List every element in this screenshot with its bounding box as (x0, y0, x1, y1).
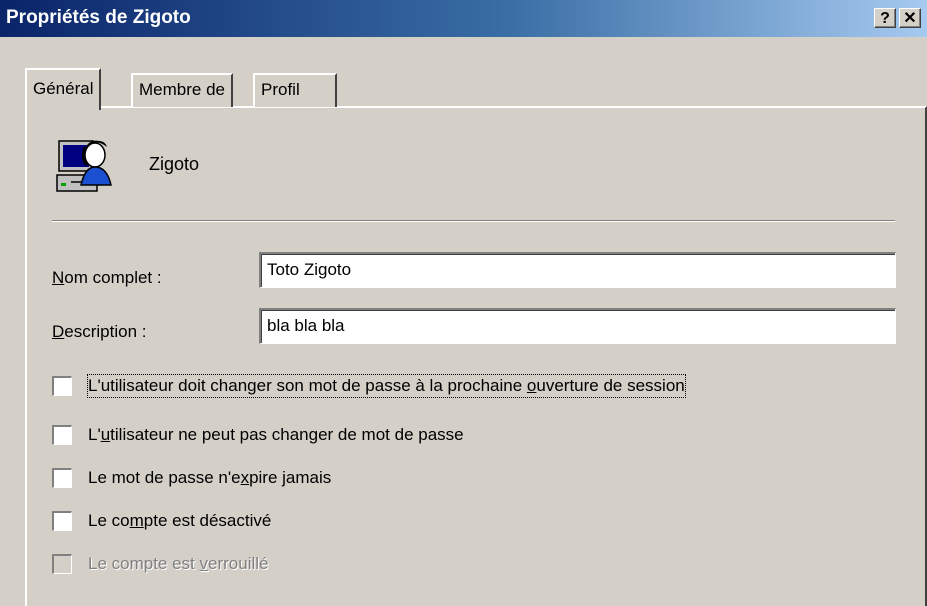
checkbox-label: L'utilisateur ne peut pas changer de mot… (88, 425, 464, 444)
title-bar[interactable]: Propriétés de Zigoto ? ✕ (0, 0, 927, 37)
close-button[interactable]: ✕ (899, 8, 921, 28)
checkbox-label: L'utilisateur doit changer son mot de pa… (87, 374, 686, 398)
tab-membre-de[interactable]: Membre de (131, 73, 233, 107)
description-label: Description : (52, 322, 147, 341)
checkbox-box[interactable] (52, 376, 72, 396)
full-name-field[interactable]: Toto Zigoto (259, 252, 896, 288)
tab-general[interactable]: Général (25, 68, 102, 110)
checkbox-label: Le compte est désactivé (88, 511, 272, 530)
user-name: Zigoto (149, 154, 200, 174)
tab-profil[interactable]: Profil (253, 73, 337, 107)
checkbox-box[interactable] (52, 468, 72, 488)
checkbox-password-never-expires[interactable]: Le mot de passe n'expire jamais (52, 467, 452, 491)
help-button[interactable]: ? (874, 8, 896, 28)
full-name-label: Nom complet : (52, 268, 162, 287)
checkbox-box (52, 554, 72, 574)
separator (52, 220, 895, 222)
checkbox-must-change-password[interactable]: L'utilisateur doit changer son mot de pa… (52, 374, 852, 399)
user-computer-icon (56, 140, 112, 192)
description-field[interactable]: bla bla bla (259, 308, 896, 344)
window-title: Propriétés de Zigoto (6, 7, 191, 28)
checkbox-account-locked: Le compte est verrouillé (52, 553, 452, 577)
checkbox-label: Le compte est verrouillé (88, 554, 269, 573)
checkbox-cannot-change-password[interactable]: L'utilisateur ne peut pas changer de mot… (52, 424, 652, 448)
checkbox-account-disabled[interactable]: Le compte est désactivé (52, 510, 452, 534)
checkbox-box[interactable] (52, 425, 72, 445)
checkbox-label: Le mot de passe n'expire jamais (88, 468, 332, 487)
checkbox-box[interactable] (52, 511, 72, 531)
